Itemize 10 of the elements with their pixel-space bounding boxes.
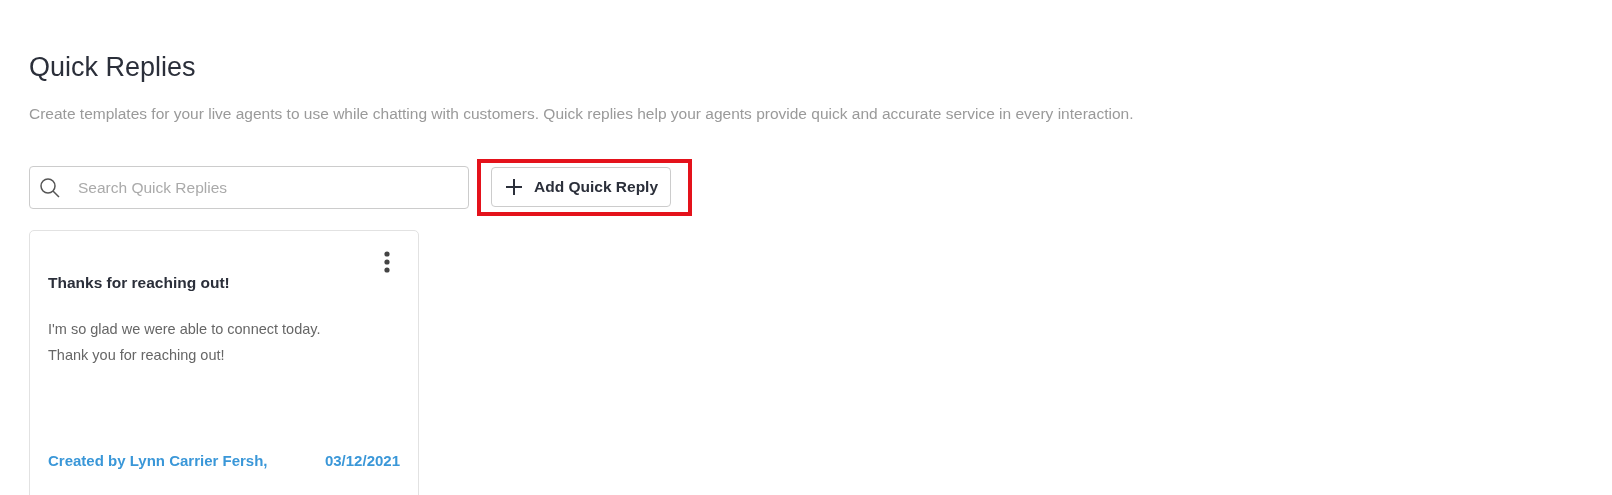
date-text: 03/12/2021 xyxy=(324,452,400,469)
add-quick-reply-button[interactable]: Add Quick Reply xyxy=(491,167,672,207)
card-text: I'm so glad we were able to connect today. xyxy=(48,320,322,339)
more-options-icon[interactable] xyxy=(383,251,391,273)
card-text: Thank you for reaching out! xyxy=(48,346,226,365)
card-title: Thanks for reaching out! xyxy=(48,274,231,292)
plus-icon xyxy=(504,177,524,197)
search-field[interactable]: Search Quick Replies xyxy=(29,166,469,209)
page-title: Quick Replies xyxy=(29,52,197,83)
page-description: Create templates for your live agents to use while chatting with customers. Quick replies help your agents provide quick and accurate service in every interaction. xyxy=(29,105,1135,123)
